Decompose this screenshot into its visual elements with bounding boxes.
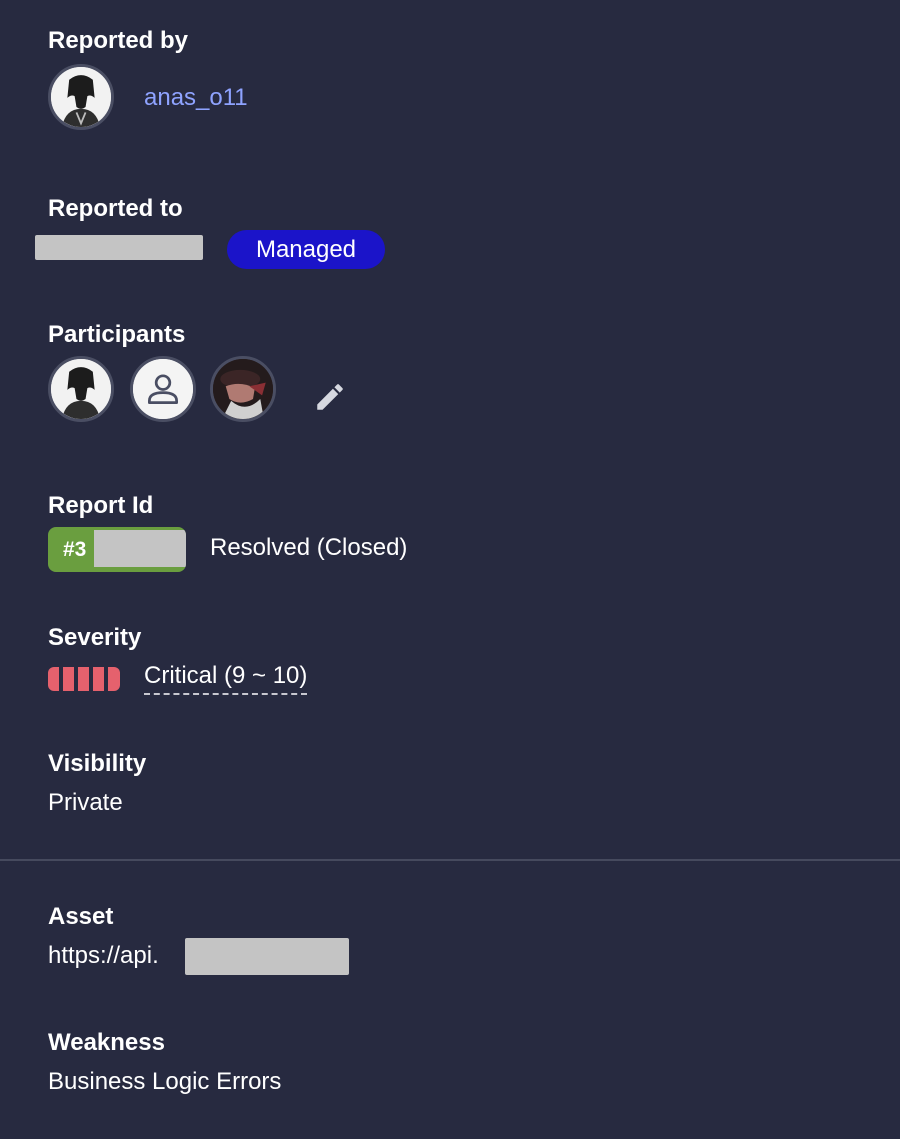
severity-segment-3	[78, 667, 89, 691]
weakness-value: Business Logic Errors	[48, 1068, 282, 1095]
severity-segment-2	[63, 667, 74, 691]
section-divider	[0, 859, 900, 861]
reporter-avatar[interactable]	[48, 64, 114, 130]
weakness-label: Weakness	[48, 1029, 165, 1056]
redacted-program-name	[35, 235, 203, 260]
managed-badge: Managed	[227, 230, 385, 269]
participants-label: Participants	[48, 321, 186, 348]
severity-label: Severity	[48, 624, 142, 651]
report-status: Resolved (Closed)	[210, 534, 408, 561]
report-id-prefix: #3	[63, 538, 87, 561]
severity-segment-5	[108, 667, 120, 691]
redacted-asset-domain	[185, 938, 349, 975]
asset-label: Asset	[48, 903, 114, 930]
visibility-label: Visibility	[48, 750, 147, 777]
severity-rating[interactable]: Critical (9 ~ 10)	[144, 662, 308, 695]
reporter-username-link[interactable]: anas_o11	[144, 84, 248, 112]
participant-avatar-1[interactable]	[48, 356, 114, 422]
participant-avatar-3[interactable]	[210, 356, 276, 422]
default-person-icon	[133, 359, 193, 419]
visibility-value: Private	[48, 789, 123, 816]
asset-value: https://api.	[48, 942, 159, 969]
reported-by-label: Reported by	[48, 27, 189, 54]
redacted-report-number	[94, 530, 186, 567]
report-id-pill[interactable]: #3	[48, 527, 186, 572]
participant-avatar-2[interactable]	[130, 356, 196, 422]
severity-segment-1	[48, 667, 59, 691]
report-id-label: Report Id	[48, 492, 154, 519]
pencil-icon[interactable]	[313, 380, 347, 414]
reported-to-label: Reported to	[48, 195, 183, 222]
severity-segment-4	[93, 667, 104, 691]
